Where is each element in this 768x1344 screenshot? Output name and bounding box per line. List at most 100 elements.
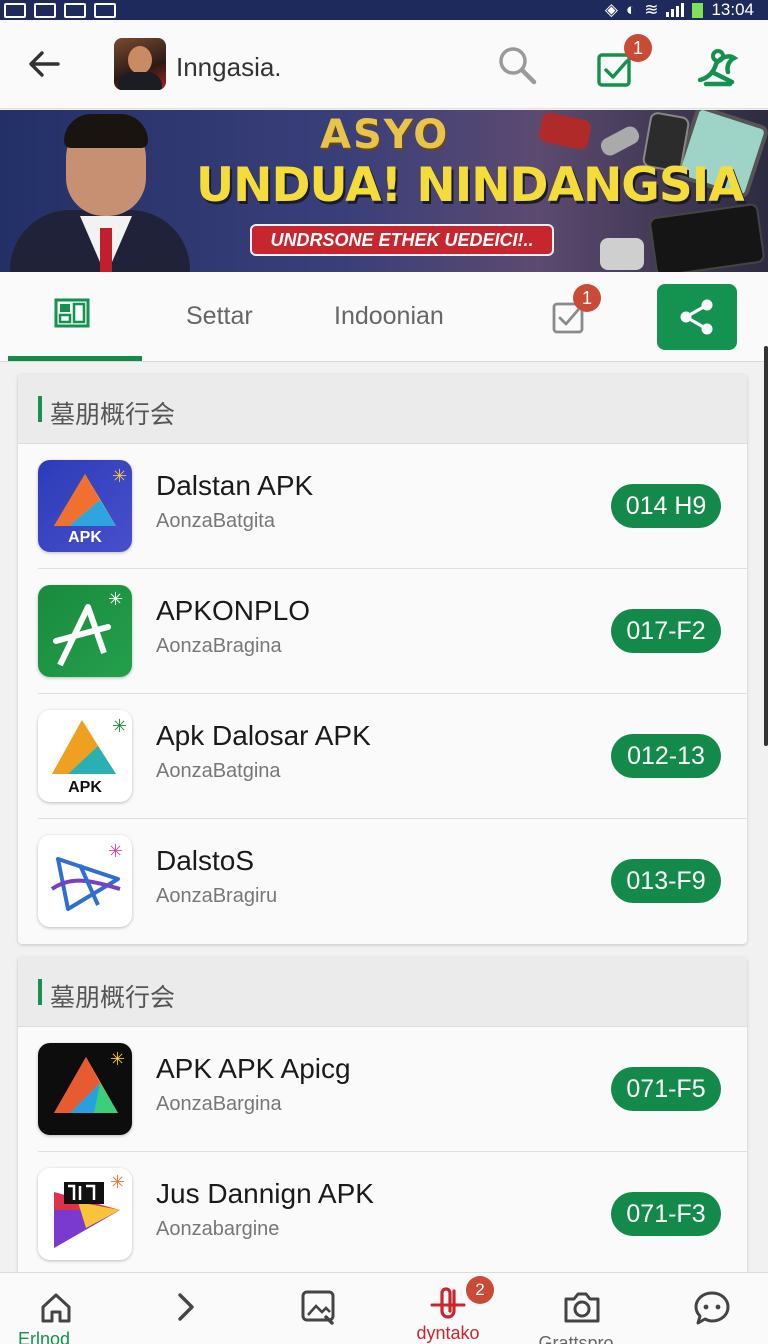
paperclip-icon bbox=[430, 1287, 466, 1319]
tab-indoonian[interactable]: Indoonian bbox=[334, 302, 444, 331]
apk-colorful-icon: ✳ bbox=[38, 1168, 132, 1260]
svg-text:APK: APK bbox=[68, 779, 102, 796]
gadget-keyboard-image bbox=[648, 202, 766, 272]
section-accent-bar bbox=[38, 979, 42, 1005]
svg-text:APK: APK bbox=[68, 529, 102, 546]
calendar-notification-icon bbox=[94, 2, 116, 18]
bottom-navigation: Erlnod dyntako Grattspro bbox=[0, 1272, 768, 1344]
app-download-pill[interactable]: 012-13 bbox=[611, 734, 721, 778]
search-icon[interactable] bbox=[496, 44, 538, 86]
nav-label: Erlnod bbox=[18, 1329, 71, 1344]
nav-forward[interactable] bbox=[128, 1273, 256, 1344]
app-download-pill[interactable]: 013-F9 bbox=[611, 859, 721, 903]
nav-gallery[interactable] bbox=[256, 1273, 384, 1344]
app-name: DalstoS bbox=[156, 845, 255, 876]
nav-notification-badge: 2 bbox=[466, 1276, 494, 1304]
active-tab-indicator bbox=[8, 356, 142, 361]
camera-icon bbox=[564, 1292, 600, 1323]
status-bar: ◈ ◐ ≋ 13:04 bbox=[0, 0, 768, 20]
location-icon: ◈ bbox=[604, 0, 618, 19]
share-icon bbox=[680, 299, 713, 335]
nav-label: Grattspro bbox=[538, 1333, 614, 1344]
top-app-bar: Inngasia. 1 bbox=[0, 20, 768, 109]
tab-settar[interactable]: Settar bbox=[186, 302, 253, 331]
page-title: Inngasia. bbox=[176, 52, 282, 82]
avatar[interactable] bbox=[114, 38, 166, 90]
app-publisher: AonzaBargina bbox=[156, 1093, 282, 1115]
image-edit-icon bbox=[301, 1290, 335, 1325]
svg-text:✳: ✳ bbox=[108, 841, 123, 862]
signal-icon bbox=[666, 3, 685, 17]
battery-icon bbox=[692, 2, 704, 18]
link-notification-icon bbox=[64, 2, 86, 18]
section-header: 墓朋概行会 bbox=[18, 957, 747, 1027]
app-download-pill[interactable]: 017-F2 bbox=[611, 609, 721, 653]
banner-person-image bbox=[0, 110, 190, 272]
app-publisher: AonzaBragiru bbox=[156, 885, 278, 907]
chat-icon bbox=[694, 1291, 730, 1325]
section-title: 墓朋概行会 bbox=[50, 983, 176, 1012]
banner-logo: ASYO bbox=[320, 112, 450, 158]
chevron-right-icon bbox=[178, 1293, 194, 1321]
svg-text:✳: ✳ bbox=[112, 716, 127, 737]
app-publisher: Aonzabargine bbox=[156, 1218, 280, 1240]
section-header: 墓朋概行会 bbox=[18, 374, 747, 444]
promo-banner[interactable]: ASYO UNDUA! NINDANGSIA UNDRSONE ETHEK UE… bbox=[0, 110, 768, 272]
svg-text:✳: ✳ bbox=[110, 1172, 125, 1193]
grid-icon[interactable] bbox=[54, 298, 90, 328]
app-download-pill[interactable]: 014 H9 bbox=[611, 484, 721, 528]
banner-headline: UNDUA! NINDANGSIA bbox=[196, 158, 745, 213]
app-publisher: AonzaBatgina bbox=[156, 760, 281, 782]
nav-chat[interactable] bbox=[640, 1273, 768, 1344]
tab-notification-badge: 1 bbox=[573, 284, 601, 312]
gadget-remote-image bbox=[598, 123, 642, 159]
apk-arrow-icon: ✳ bbox=[38, 585, 132, 677]
nav-label: dyntako bbox=[416, 1323, 480, 1343]
app-name: Apk Dalosar APK bbox=[156, 720, 371, 751]
gadget-small-device-image bbox=[600, 238, 644, 270]
list-item[interactable]: ✳ DalstoS AonzaBragiru 013-F9 bbox=[38, 819, 747, 944]
check-notification-icon bbox=[34, 2, 56, 18]
app-section: 墓朋概行会 ✳ APK Dalstan APK AonzaBatgita 014… bbox=[18, 374, 747, 944]
back-arrow-icon[interactable] bbox=[26, 46, 62, 82]
apk-yellow-triangle-icon: ✳ APK bbox=[38, 710, 132, 802]
banner-subline: UNDRSONE ETHEK UEDEICI!.. bbox=[250, 224, 554, 256]
app-name: APK APK Apicg bbox=[156, 1053, 351, 1084]
status-system-icons: ◈ ◐ ≋ 13:04 bbox=[605, 0, 754, 20]
list-item[interactable]: ✳ APK Dalstan APK AonzaBatgita 014 H9 bbox=[38, 444, 747, 569]
list-item[interactable]: ✳ APK APK Apicg AonzaBargina 071-F5 bbox=[38, 1027, 747, 1152]
svg-text:✳: ✳ bbox=[112, 466, 127, 487]
apk-triangle-icon: ✳ APK bbox=[38, 460, 132, 552]
svg-text:✳: ✳ bbox=[108, 589, 123, 610]
scrollbar[interactable] bbox=[764, 346, 768, 746]
section-title: 墓朋概行会 bbox=[50, 400, 176, 429]
brand-logo-icon[interactable] bbox=[694, 46, 742, 88]
notification-badge: 1 bbox=[624, 34, 652, 62]
list-item[interactable]: ✳ Jus Dannign APK Aonzabargine 071-F3 bbox=[38, 1152, 747, 1277]
sync-icon: ◐ bbox=[625, 0, 637, 19]
app-name: Dalstan APK bbox=[156, 470, 314, 501]
apk-blue-triangle-icon: ✳ bbox=[38, 835, 132, 927]
nav-home[interactable]: Erlnod bbox=[0, 1273, 128, 1344]
home-icon bbox=[41, 1293, 71, 1323]
list-item[interactable]: ✳ APKONPLO AonzaBragina 017-F2 bbox=[38, 569, 747, 694]
status-time: 13:04 bbox=[711, 0, 754, 19]
app-publisher: AonzaBragina bbox=[156, 635, 282, 657]
notification-icon bbox=[4, 2, 26, 18]
share-button[interactable] bbox=[657, 284, 737, 350]
svg-text:✳: ✳ bbox=[110, 1049, 125, 1070]
tab-bar: Settar Indoonian 1 bbox=[0, 272, 768, 362]
status-notification-icons bbox=[4, 2, 116, 18]
apk-dark-triangle-icon: ✳ bbox=[38, 1043, 132, 1135]
app-publisher: AonzaBatgita bbox=[156, 510, 275, 532]
wifi-icon: ≋ bbox=[644, 0, 659, 19]
app-name: Jus Dannign APK bbox=[156, 1178, 374, 1209]
app-section: 墓朋概行会 ✳ APK APK Apicg AonzaBargina 071-F… bbox=[18, 957, 747, 1277]
list-item[interactable]: ✳ APK Apk Dalosar APK AonzaBatgina 012-1… bbox=[38, 694, 747, 819]
nav-camera[interactable]: Grattspro bbox=[512, 1273, 640, 1344]
avatar-suit bbox=[118, 72, 162, 90]
gadget-red-device-image bbox=[537, 111, 593, 151]
avatar-face bbox=[128, 46, 152, 74]
app-download-pill[interactable]: 071-F3 bbox=[611, 1192, 721, 1236]
app-download-pill[interactable]: 071-F5 bbox=[611, 1067, 721, 1111]
